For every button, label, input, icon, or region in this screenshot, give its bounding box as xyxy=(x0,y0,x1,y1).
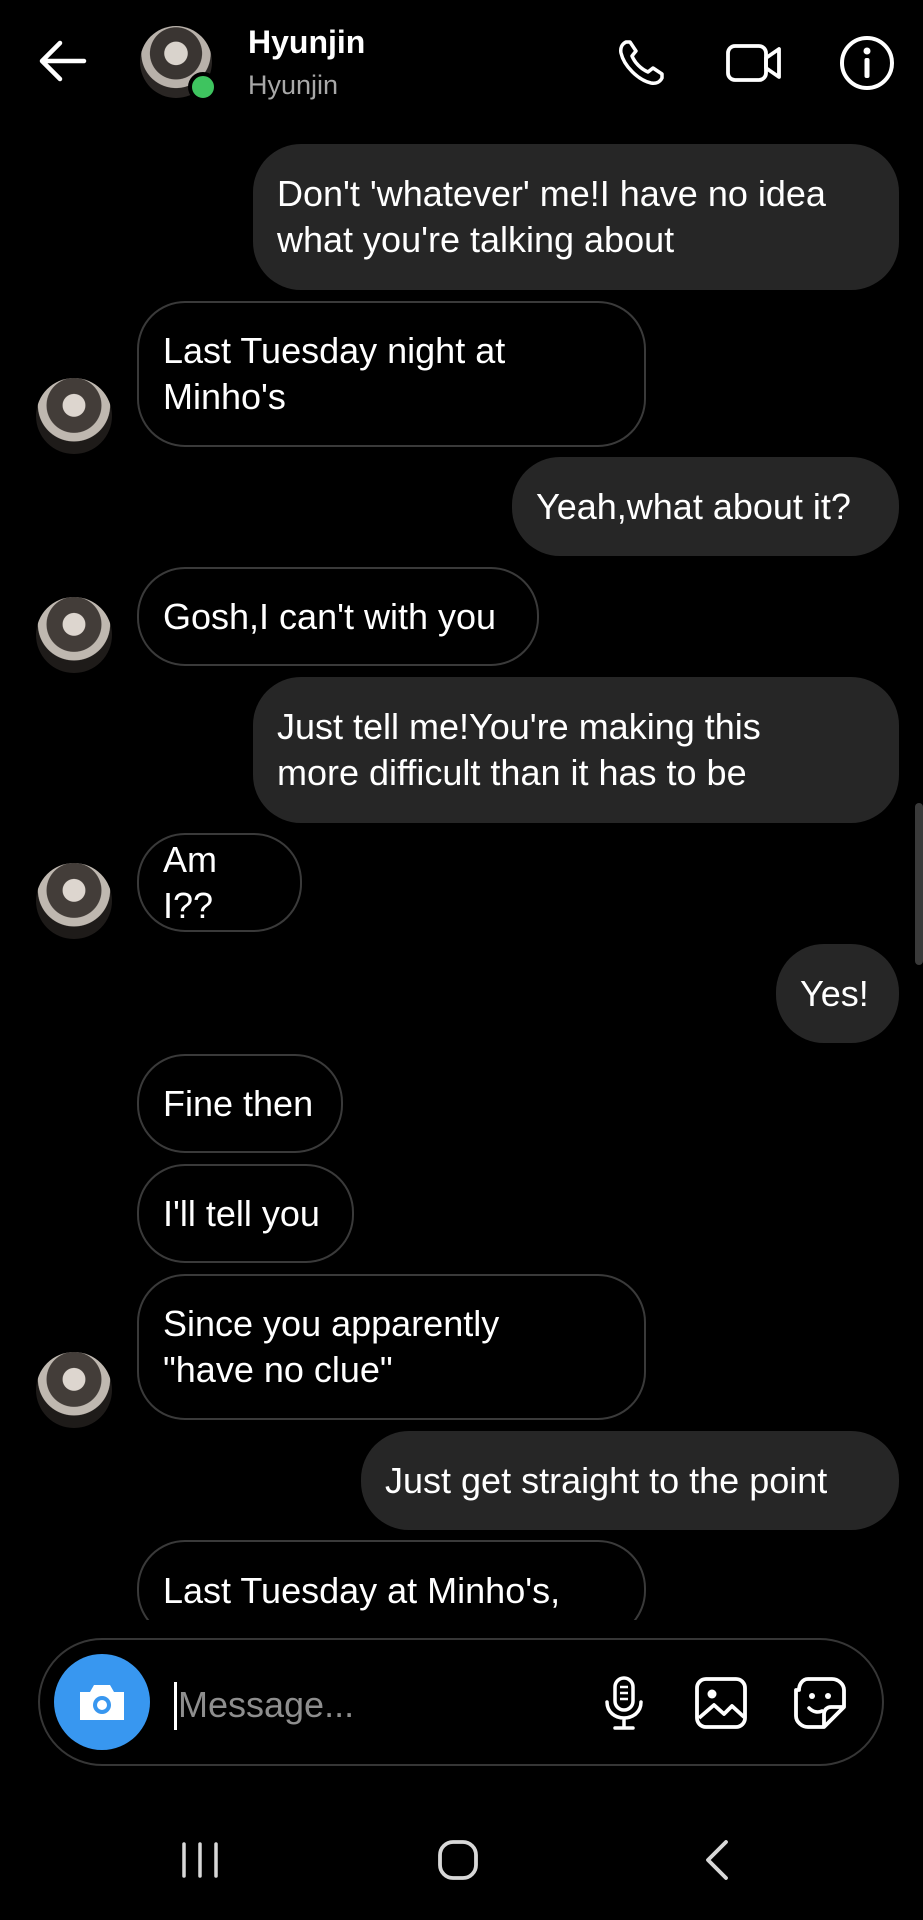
message-text: more difficult than it has to be xyxy=(277,752,747,793)
message-bubble-outgoing[interactable]: Yes! xyxy=(776,944,899,1043)
message-text: Yeah,what about it? xyxy=(536,485,851,527)
avatar[interactable] xyxy=(36,378,112,454)
microphone-icon[interactable] xyxy=(595,1674,653,1732)
message-text: Just get straight to the point xyxy=(385,1459,828,1501)
message-bubble-incoming[interactable]: Last Tuesday at Minho's, xyxy=(137,1540,646,1620)
message-text: Last Tuesday night at xyxy=(163,330,506,371)
message-bubble-outgoing[interactable]: Just tell me!You're making this more diff… xyxy=(253,677,899,823)
message-bubble-incoming[interactable]: I'll tell you xyxy=(137,1164,354,1263)
message-text: "have no clue" xyxy=(163,1349,393,1390)
nav-back-icon[interactable] xyxy=(688,1830,748,1890)
message-text: Just tell me!You're making this xyxy=(277,706,761,747)
online-indicator xyxy=(188,72,218,102)
message-bubble-incoming[interactable]: Gosh,I can't with you xyxy=(137,567,539,666)
message-bubble-outgoing[interactable]: Just get straight to the point xyxy=(361,1431,899,1530)
message-text: Last Tuesday at Minho's, xyxy=(163,1570,561,1611)
gallery-icon[interactable] xyxy=(692,1674,750,1732)
message-text: Since you apparently xyxy=(163,1303,500,1344)
contact-name[interactable]: Hyunjin xyxy=(248,24,365,61)
message-clip: Last Tuesday at Minho's, xyxy=(0,1540,923,1620)
phone-icon[interactable] xyxy=(612,34,670,92)
message-bubble-incoming[interactable]: Am I?? xyxy=(137,833,302,932)
camera-button[interactable] xyxy=(54,1654,150,1750)
message-composer xyxy=(38,1638,884,1766)
recents-icon[interactable] xyxy=(170,1830,230,1890)
avatar[interactable] xyxy=(140,26,218,102)
camera-icon xyxy=(80,1685,124,1720)
home-icon[interactable] xyxy=(428,1830,488,1890)
message-text: Don't 'whatever' me!I have no idea xyxy=(277,173,826,214)
message-text: I'll tell you xyxy=(163,1192,320,1234)
system-navigation-bar xyxy=(0,1800,923,1920)
message-text: Am I?? xyxy=(163,838,217,926)
scrollbar[interactable] xyxy=(915,803,923,965)
info-icon[interactable] xyxy=(838,34,896,92)
back-arrow-icon[interactable] xyxy=(34,32,92,90)
message-text: Yes! xyxy=(800,972,869,1014)
video-icon[interactable] xyxy=(725,34,783,92)
avatar[interactable] xyxy=(36,863,112,939)
contact-username[interactable]: Hyunjin xyxy=(248,70,338,101)
message-text: Minho's xyxy=(163,376,286,417)
chat-header: Hyunjin Hyunjin xyxy=(0,0,923,130)
avatar[interactable] xyxy=(36,597,112,673)
message-bubble-incoming[interactable]: Since you apparently "have no clue" xyxy=(137,1274,646,1420)
message-bubble-outgoing[interactable]: Yeah,what about it? xyxy=(512,457,899,556)
avatar[interactable] xyxy=(36,1352,112,1428)
message-text: Gosh,I can't with you xyxy=(163,595,497,637)
message-bubble-incoming[interactable]: Fine then xyxy=(137,1054,343,1153)
sticker-icon[interactable] xyxy=(791,1674,849,1732)
message-bubble-outgoing[interactable]: Don't 'whatever' me!I have no idea what y… xyxy=(253,144,899,290)
message-text: Fine then xyxy=(163,1082,314,1124)
message-input[interactable] xyxy=(176,1666,600,1744)
message-text: what you're talking about xyxy=(277,219,675,260)
message-bubble-incoming[interactable]: Last Tuesday night at Minho's xyxy=(137,301,646,447)
